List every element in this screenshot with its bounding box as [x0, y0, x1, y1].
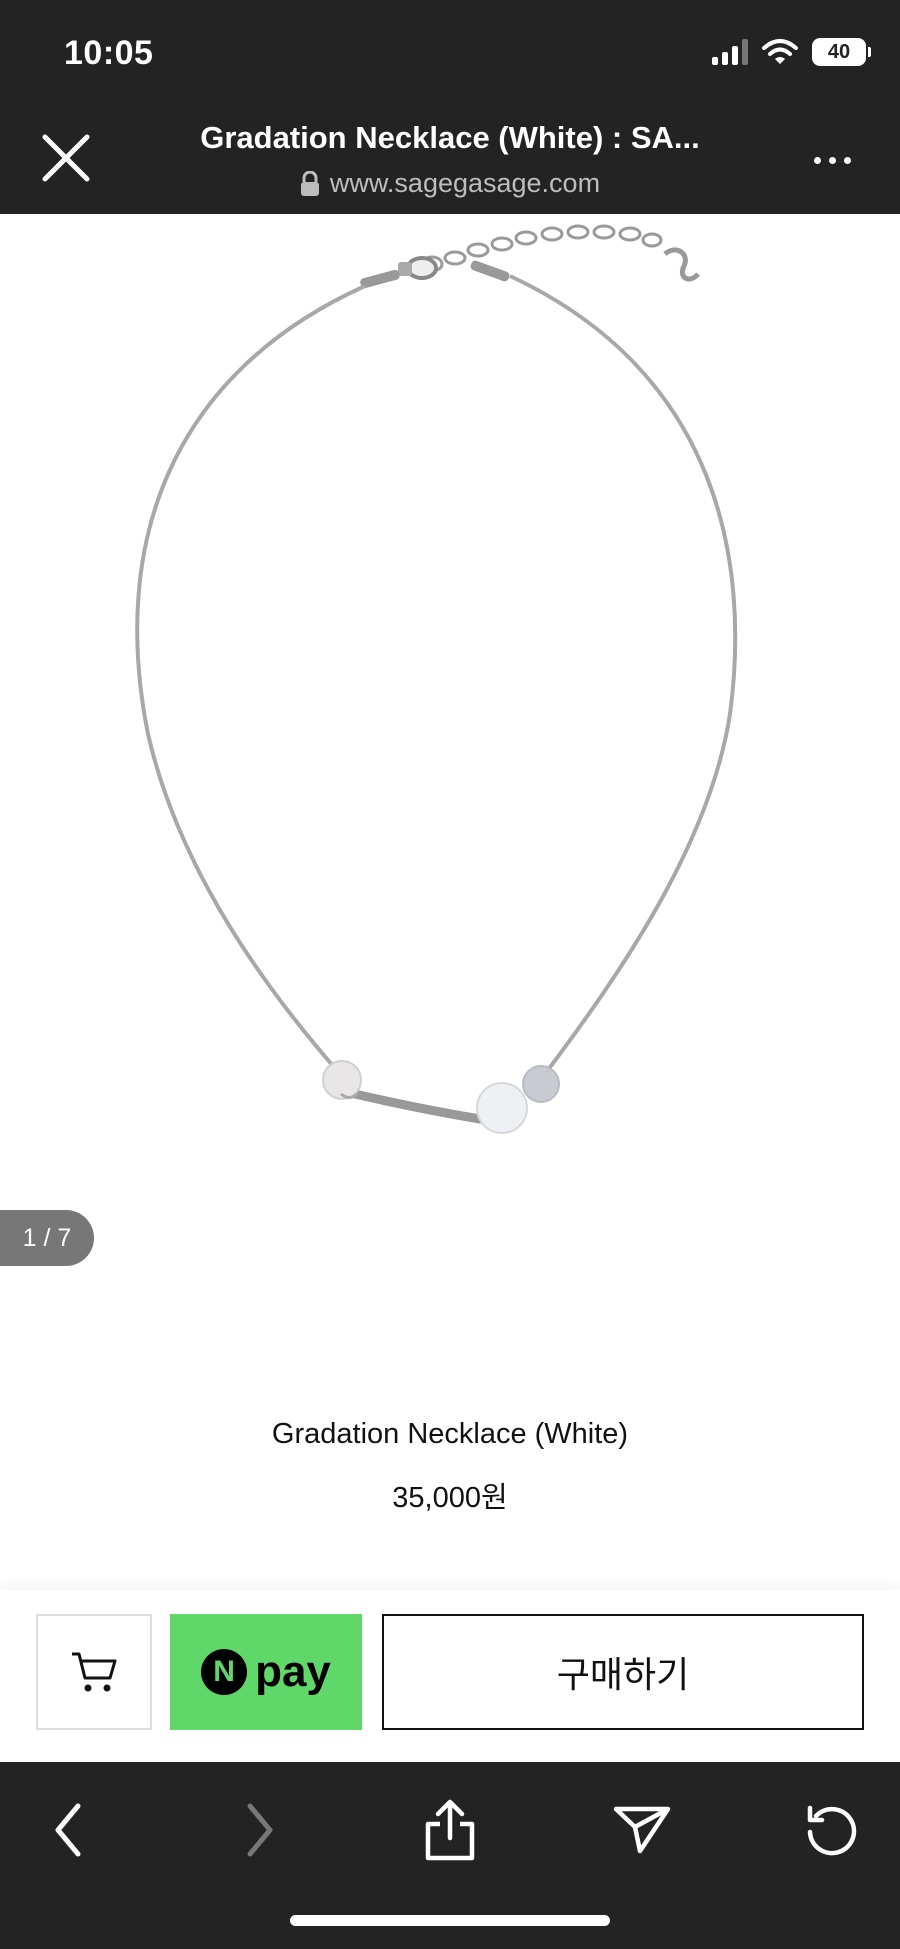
close-icon — [42, 134, 90, 182]
purchase-bar: N pay 구매하기 — [0, 1590, 900, 1762]
share-icon — [425, 1799, 475, 1861]
product-image[interactable] — [0, 214, 900, 1254]
npay-label: pay — [255, 1647, 331, 1696]
send-icon — [613, 1806, 671, 1854]
home-indicator — [290, 1915, 610, 1926]
reload-button[interactable] — [794, 1792, 870, 1868]
forward-button[interactable] — [222, 1792, 298, 1868]
reload-icon — [807, 1805, 857, 1856]
status-icons: 40 — [712, 38, 871, 66]
npay-button[interactable]: N pay — [170, 1614, 362, 1730]
wifi-icon — [762, 39, 798, 64]
image-pager: 1 / 7 — [0, 1210, 94, 1266]
buy-now-button[interactable]: 구매하기 — [382, 1614, 864, 1730]
lock-icon — [300, 170, 319, 196]
status-time: 10:05 — [64, 34, 154, 72]
add-to-cart-button[interactable] — [36, 1614, 152, 1730]
forward-icon — [247, 1803, 273, 1857]
browser-header: 10:05 40 Gradation Necklace (White) : SA… — [0, 0, 900, 214]
product-name: Gradation Necklace (White) — [271, 1418, 629, 1450]
share-button[interactable] — [412, 1792, 488, 1868]
cellular-signal-icon — [712, 39, 748, 65]
cart-icon — [72, 1652, 117, 1692]
back-button[interactable] — [30, 1792, 106, 1868]
send-button[interactable] — [604, 1792, 680, 1868]
back-icon — [55, 1803, 81, 1857]
more-icon — [813, 156, 821, 164]
necklace-image — [135, 224, 738, 1134]
url-bar[interactable]: www.sagegasage.com — [150, 168, 750, 199]
battery-icon: 40 — [812, 38, 871, 66]
page-title: Gradation Necklace (White) : SA... — [200, 120, 700, 155]
close-button[interactable] — [36, 128, 96, 188]
url-text: www.sagegasage.com — [329, 168, 601, 198]
more-options-button[interactable] — [802, 140, 862, 180]
product-price: 35,000원 — [392, 1482, 508, 1514]
npay-logo-icon: N — [201, 1649, 248, 1695]
battery-level: 40 — [827, 40, 851, 63]
